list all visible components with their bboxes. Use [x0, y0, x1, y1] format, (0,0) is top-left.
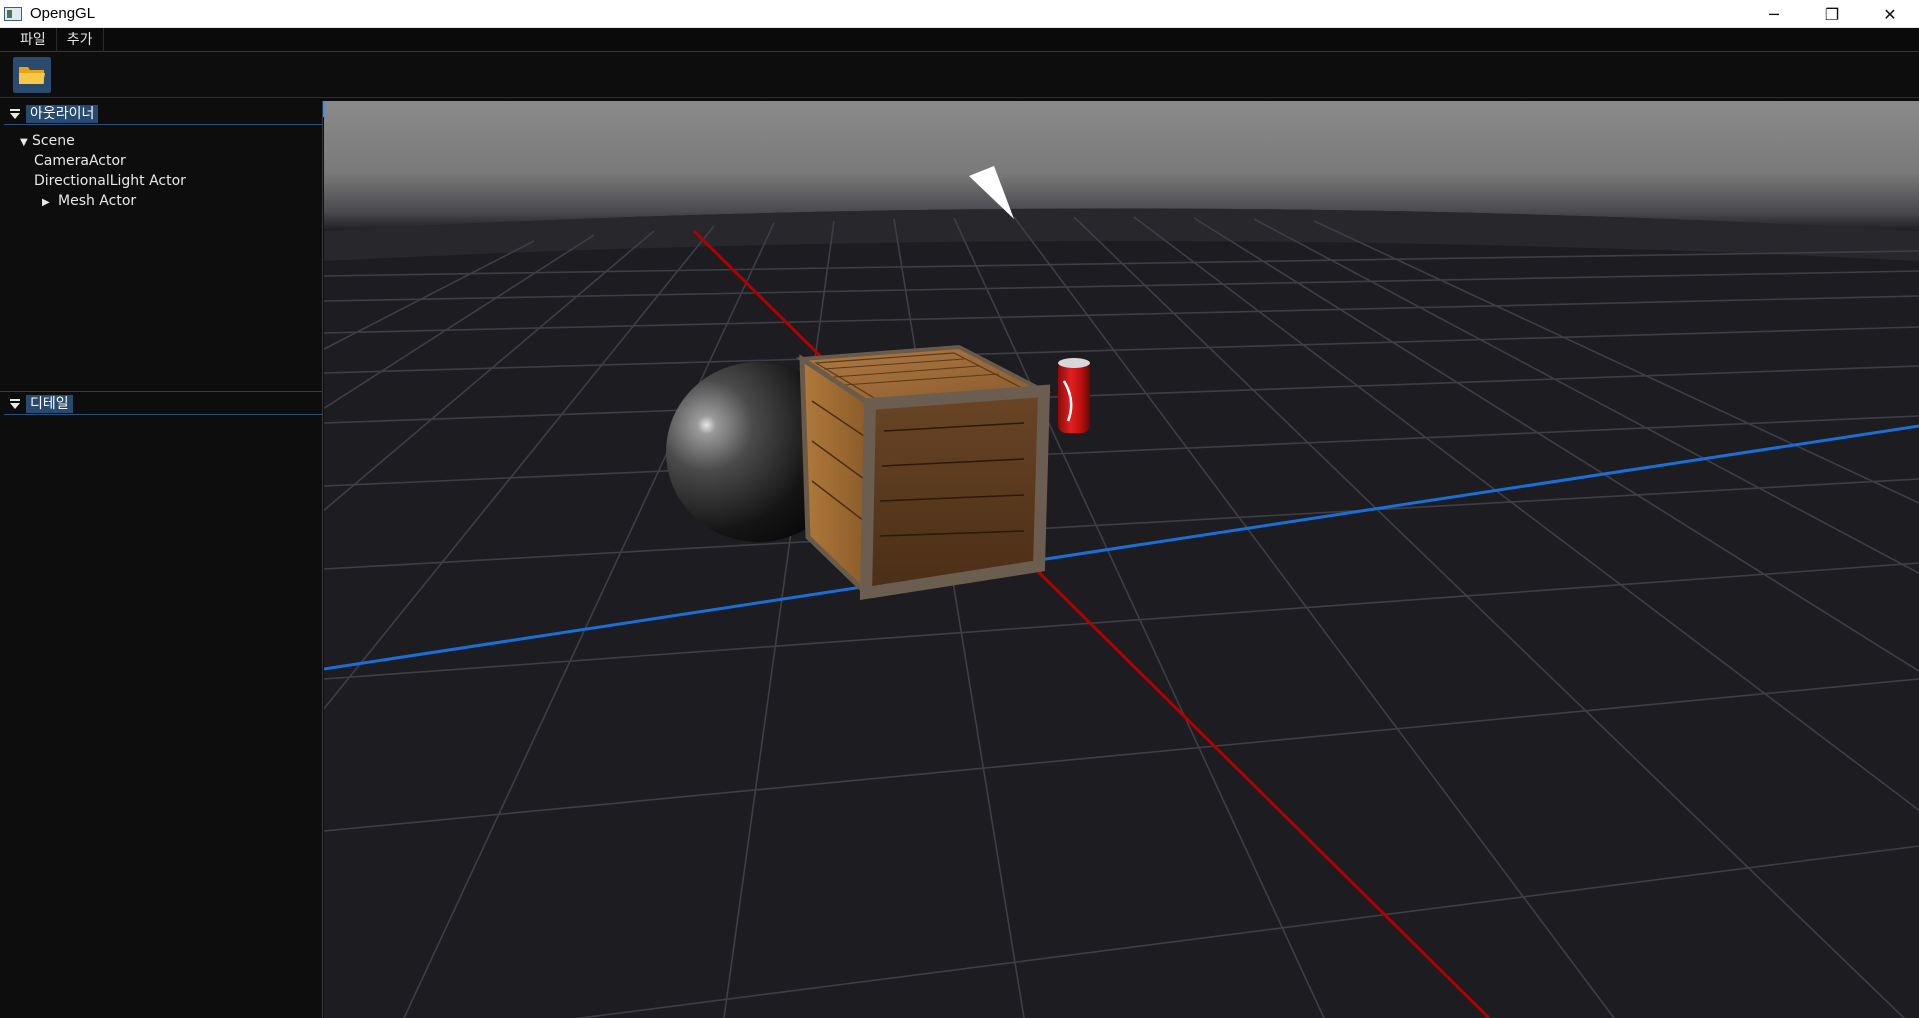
collapse-arrow-icon[interactable] — [4, 394, 26, 414]
details-header[interactable]: 디테일 — [4, 393, 323, 415]
expand-arrow-icon[interactable]: ▶ — [42, 193, 54, 213]
window-controls: ─ ❐ ✕ — [1745, 0, 1919, 28]
outliner-title: 아웃라이너 — [26, 104, 99, 123]
tree-item-label: CameraActor — [34, 153, 126, 169]
left-panel: 아웃라이너 ▼ Scene CameraActor DirectionalLigh… — [0, 101, 323, 1018]
can-mesh[interactable] — [1058, 358, 1090, 433]
crate-mesh[interactable] — [796, 344, 1052, 601]
open-file-button[interactable] — [13, 57, 51, 93]
toolbar — [0, 52, 1919, 98]
viewport-focus-indicator — [323, 101, 325, 117]
title-bar: OpengGL ─ ❐ ✕ — [0, 0, 1919, 28]
tree-item-camera-actor[interactable]: CameraActor — [0, 151, 320, 171]
outliner-header[interactable]: 아웃라이너 — [4, 103, 323, 125]
viewport-render — [324, 101, 1919, 1018]
close-button[interactable]: ✕ — [1861, 0, 1919, 28]
panel-divider[interactable] — [0, 391, 323, 392]
menu-add[interactable]: 추가 — [57, 27, 104, 52]
menu-bar: 파일 추가 — [0, 27, 1919, 52]
tree-item-label: DirectionalLight Actor — [34, 173, 186, 189]
tree-item-label: Scene — [32, 133, 75, 149]
details-title: 디테일 — [26, 394, 73, 413]
expand-arrow-icon[interactable]: ▼ — [20, 133, 32, 153]
minimize-button[interactable]: ─ — [1745, 0, 1803, 28]
tree-item-mesh-actor[interactable]: ▶ Mesh Actor — [0, 191, 320, 211]
outliner-tree: ▼ Scene CameraActor DirectionalLight Acto… — [0, 131, 320, 211]
scene-viewport[interactable] — [324, 101, 1919, 1018]
window-title: OpengGL — [30, 5, 96, 22]
tree-item-directional-light-actor[interactable]: DirectionalLight Actor — [0, 171, 320, 191]
menu-file[interactable]: 파일 — [10, 27, 57, 52]
collapse-arrow-icon[interactable] — [4, 104, 26, 124]
tree-item-label: Mesh Actor — [58, 193, 137, 209]
tree-item-scene[interactable]: ▼ Scene — [0, 131, 320, 151]
folder-icon — [19, 67, 45, 84]
restore-button[interactable]: ❐ — [1803, 0, 1861, 28]
app-icon — [4, 6, 22, 21]
